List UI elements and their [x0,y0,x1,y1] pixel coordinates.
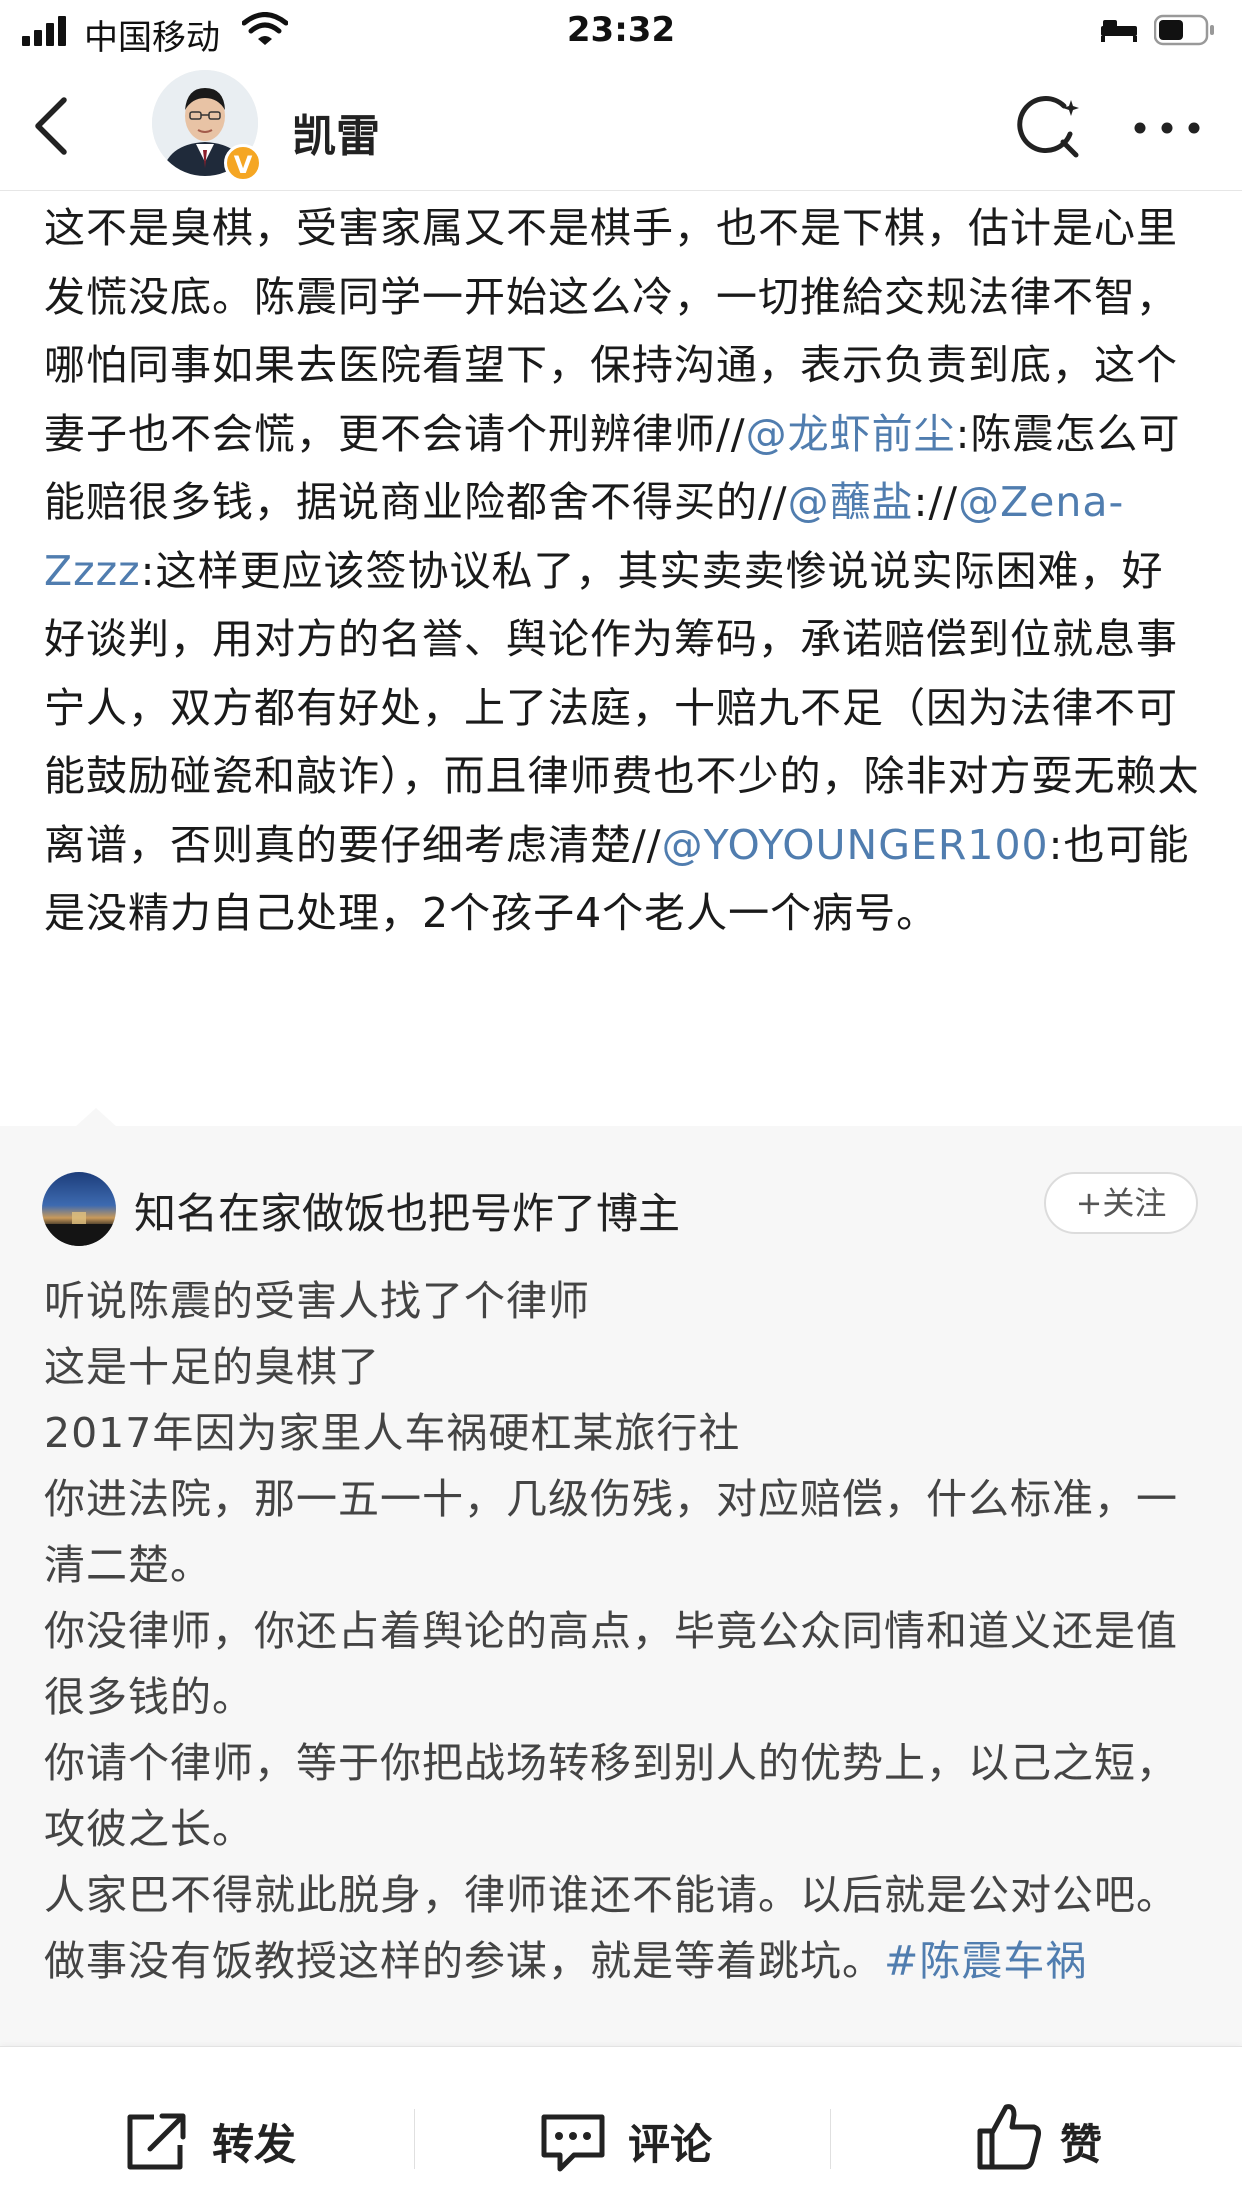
follow-button[interactable]: +关注 [1044,1172,1198,1234]
repost-line: 听说陈震的受害人找了个律师 [44,1277,590,1325]
repost-text: 听说陈震的受害人找了个律师 这是十足的臭棋了 2017年因为家里人车祸硬杠某旅行… [44,1268,1204,1994]
repost-author-avatar[interactable] [42,1172,116,1246]
like-button[interactable]: 赞 [900,2047,1200,2209]
search-button[interactable] [1016,94,1082,160]
back-button[interactable] [28,96,78,156]
repost-author-name[interactable]: 知名在家做饭也把号炸了博主 [134,1180,680,1241]
repost-line: 2017年因为家里人车祸硬杠某旅行社 [44,1409,741,1457]
status-bar: 中国移动 23:32 [0,0,1242,60]
repost-line: 你没律师，你还占着舆论的高点，毕竟公众同情和道义还是值很多钱的。 [44,1607,1178,1721]
mention-link[interactable]: @龙虾前尘 [746,410,956,458]
comment-button[interactable]: 评论 [480,2047,780,2209]
landscape-avatar-icon [42,1212,116,1246]
bottom-toolbar: 转发 评论 赞 [0,2046,1242,2209]
repost-label: 转发 [212,2120,297,2169]
repost-line: 你请个律师，等于你把战场转移到别人的优势上，以己之短，攻彼之长。 [44,1739,1178,1853]
comment-icon [541,2114,605,2172]
clock: 23:32 [566,10,676,50]
nav-header: V 凯雷 [0,60,1242,191]
toolbar-divider [830,2109,831,2169]
more-button[interactable] [1132,116,1202,140]
repost-line: 这是十足的臭棋了 [44,1343,380,1391]
thumbs-up-icon [977,2104,1041,2170]
verified-badge-icon: V [224,144,262,182]
comment-label: 评论 [628,2120,713,2169]
repost-line: 你进法院，那一五一十，几级伤残，对应赔偿，什么标准，一清二楚。 [44,1475,1178,1589]
battery-icon [1154,14,1214,46]
toolbar-divider [414,2109,415,2169]
like-label: 赞 [1060,2120,1103,2169]
hashtag-link[interactable]: #陈震车祸 [884,1937,1087,1985]
post-text: 这不是臭棋，受害家属又不是棋手，也不是下棋，估计是心里发慌没底。陈震同学一开始这… [44,194,1204,948]
repost-line: 人家巴不得就此脱身，律师谁还不能请。以后就是公对公吧。 [44,1871,1178,1919]
repost-line-text: 做事没有饭教授这样的参谋，就是等着跳坑。 [44,1937,884,1985]
repost-line: 做事没有饭教授这样的参谋，就是等着跳坑。#陈震车祸 [44,1928,1204,1994]
share-icon [127,2113,186,2170]
post-text-segment: :// [913,478,959,526]
repost-notch [74,1108,118,1128]
mention-link[interactable]: @蘸盐 [788,478,914,526]
repost-button[interactable]: 转发 [60,2047,360,2209]
mention-link[interactable]: @YOYOUNGER100 [662,821,1049,869]
bed-icon [1101,20,1137,42]
username[interactable]: 凯雷 [292,100,380,164]
